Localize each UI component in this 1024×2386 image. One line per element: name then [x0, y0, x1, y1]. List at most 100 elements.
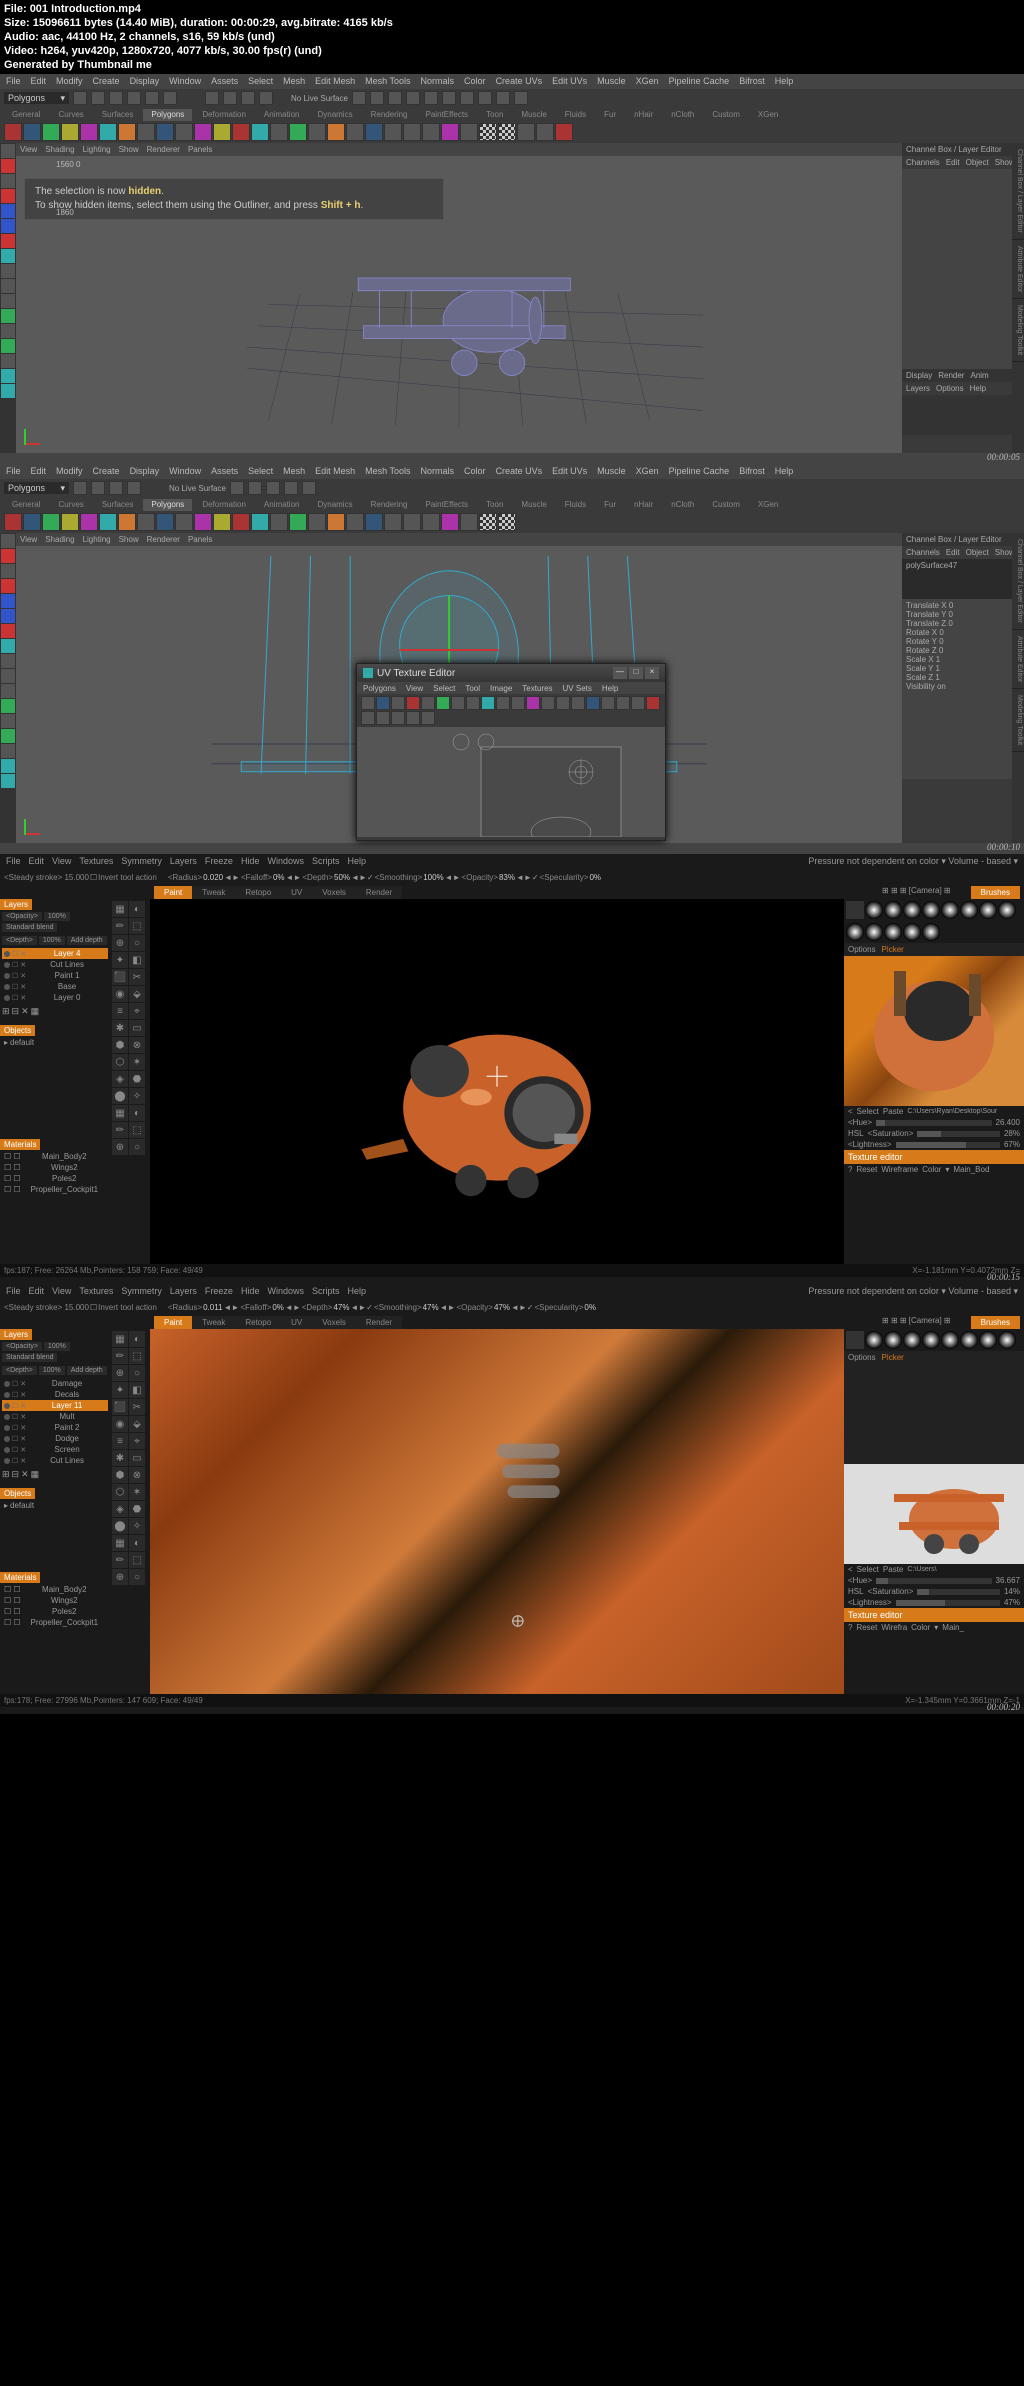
viewport-1[interactable]: ViewShadingLightingShowRendererPanels	[16, 143, 902, 453]
item-view[interactable]: View	[406, 684, 423, 692]
channel-box[interactable]: Channel Box / Layer Editor ChannelsEditO…	[902, 143, 1012, 453]
item-object[interactable]: Object	[966, 158, 989, 167]
item-help[interactable]: Help	[775, 76, 794, 87]
tool-icon[interactable]: ◧	[129, 1382, 145, 1398]
tool-icon[interactable]: ○	[129, 1569, 145, 1585]
close-button[interactable]: ×	[645, 667, 659, 679]
item-muscle[interactable]: Muscle	[597, 76, 626, 87]
maximize-button[interactable]: □	[629, 667, 643, 679]
item-fluids[interactable]: Fluids	[557, 109, 594, 121]
tool-icon[interactable]: ⬢	[112, 1037, 128, 1053]
uv-texture-editor[interactable]: UV Texture Editor —□× PolygonsViewSelect…	[356, 663, 666, 841]
tool-icon[interactable]: ⬛	[112, 969, 128, 985]
tool-icon[interactable]: ⬤	[112, 1088, 128, 1104]
item-color[interactable]: Color	[464, 466, 486, 477]
item-create[interactable]: Create	[93, 466, 120, 477]
item-fur[interactable]: Fur	[596, 499, 624, 511]
coat-viewport-1[interactable]	[150, 899, 844, 1264]
item-rendering[interactable]: Rendering	[363, 109, 416, 121]
item-panels[interactable]: Panels	[188, 145, 212, 154]
item-edit-uvs[interactable]: Edit UVs	[552, 76, 587, 87]
item-mesh[interactable]: Mesh	[283, 76, 305, 87]
item-wireframe[interactable]: Wireframe	[881, 1165, 918, 1174]
picker-image[interactable]	[844, 956, 1024, 1106]
tool-icon[interactable]: ○	[129, 935, 145, 951]
item--[interactable]: ▾	[945, 1165, 949, 1174]
item-file[interactable]: File	[6, 466, 21, 477]
item-general[interactable]: General	[4, 109, 48, 121]
layer-paint-2[interactable]: ☐ ✕Paint 2	[2, 1422, 108, 1433]
brushes-panel[interactable]: OptionsPicker <SelectPasteC:\Users\Ryan\…	[844, 899, 1024, 1264]
tool-icon[interactable]: ◐	[129, 1105, 145, 1121]
layer-cut-lines[interactable]: ☐ ✕Cut Lines	[2, 1455, 108, 1466]
tool-icon[interactable]: ⬙	[129, 986, 145, 1002]
tool-icon[interactable]: ▦	[112, 1331, 128, 1347]
item-color[interactable]: Color	[464, 76, 486, 87]
tool-icon[interactable]: ⬚	[129, 1348, 145, 1364]
item-rendering[interactable]: Rendering	[363, 499, 416, 511]
item-painteffects[interactable]: PaintEffects	[418, 499, 477, 511]
tool-icon[interactable]: ◐	[129, 1535, 145, 1551]
layer-layer-11[interactable]: ☐ ✕Layer 11	[2, 1400, 108, 1411]
layer-damage[interactable]: ☐ ✕Damage	[2, 1378, 108, 1389]
item-help[interactable]: Help	[970, 384, 986, 393]
layer-layer-0[interactable]: ☐ ✕Layer 0	[2, 992, 108, 1003]
item-muscle[interactable]: Muscle	[513, 499, 554, 511]
tool-icon[interactable]: ⊕	[112, 935, 128, 951]
item-normals[interactable]: Normals	[421, 466, 455, 477]
viewport-menu[interactable]: ViewShadingLightingShowRendererPanels	[16, 143, 902, 156]
item-wirefra[interactable]: Wirefra	[881, 1623, 907, 1632]
item-window[interactable]: Window	[169, 466, 201, 477]
item-display[interactable]: Display	[130, 76, 160, 87]
item-general[interactable]: General	[4, 499, 48, 511]
item-shading[interactable]: Shading	[45, 535, 74, 544]
item-muscle[interactable]: Muscle	[597, 466, 626, 477]
item-anim[interactable]: Anim	[970, 371, 988, 380]
tool-icon[interactable]: ⬚	[129, 1552, 145, 1568]
item-polygons[interactable]: Polygons	[363, 684, 396, 692]
layer-base[interactable]: ☐ ✕Base	[2, 981, 108, 992]
item-edit[interactable]: Edit	[31, 466, 47, 477]
tool-icon[interactable]: ⬙	[129, 1416, 145, 1432]
item-polygons[interactable]: Polygons	[143, 109, 192, 121]
item-lighting[interactable]: Lighting	[83, 535, 111, 544]
item-textures[interactable]: Textures	[522, 684, 552, 692]
shelf-tabs[interactable]: GeneralCurvesSurfacesPolygonsDeformation…	[0, 107, 1024, 121]
tool-icon[interactable]: ◈	[112, 1071, 128, 1087]
tool-icon[interactable]: ⌖	[129, 1433, 145, 1449]
tool-icon[interactable]: ▦	[112, 901, 128, 917]
tool-icon[interactable]: ⊕	[112, 1569, 128, 1585]
tool-icon[interactable]: ✶	[129, 1054, 145, 1070]
tool-icon[interactable]: ○	[129, 1139, 145, 1155]
item-ncloth[interactable]: nCloth	[663, 499, 702, 511]
tool-icon[interactable]: ✂	[129, 969, 145, 985]
tool-icon[interactable]: ✏	[112, 1552, 128, 1568]
minimize-button[interactable]: —	[613, 667, 627, 679]
right-tabs[interactable]: Channel Box / Layer EditorAttribute Edit…	[1012, 143, 1024, 453]
item-select[interactable]: Select	[433, 684, 455, 692]
item-mesh[interactable]: Mesh	[283, 466, 305, 477]
item-edit-mesh[interactable]: Edit Mesh	[315, 76, 355, 87]
tool-icon[interactable]: ✏	[112, 918, 128, 934]
item-shading[interactable]: Shading	[45, 145, 74, 154]
tool-icon[interactable]: ◉	[112, 1416, 128, 1432]
tool-icon[interactable]: ✱	[112, 1450, 128, 1466]
item-file[interactable]: File	[6, 76, 21, 87]
layers-panel[interactable]: Layers <Opacity>100%Standard blend <Dept…	[0, 899, 110, 1264]
item-layers[interactable]: Layers	[906, 384, 930, 393]
tool-icon[interactable]: ✶	[129, 1484, 145, 1500]
tool-icon[interactable]: ≡	[112, 1433, 128, 1449]
item-edit[interactable]: Edit	[946, 548, 960, 557]
mode-dropdown[interactable]: Polygons	[4, 92, 69, 104]
item--[interactable]: ?	[848, 1623, 852, 1632]
item-modify[interactable]: Modify	[56, 76, 83, 87]
item-dynamics[interactable]: Dynamics	[309, 109, 360, 121]
item-edit[interactable]: Edit	[946, 158, 960, 167]
item-dynamics[interactable]: Dynamics	[309, 499, 360, 511]
tool-icon[interactable]: ▦	[112, 1105, 128, 1121]
item-view[interactable]: View	[20, 535, 37, 544]
item-lighting[interactable]: Lighting	[83, 145, 111, 154]
item-select[interactable]: Select	[248, 76, 273, 87]
item-options[interactable]: Options	[936, 384, 964, 393]
item-nhair[interactable]: nHair	[626, 499, 661, 511]
